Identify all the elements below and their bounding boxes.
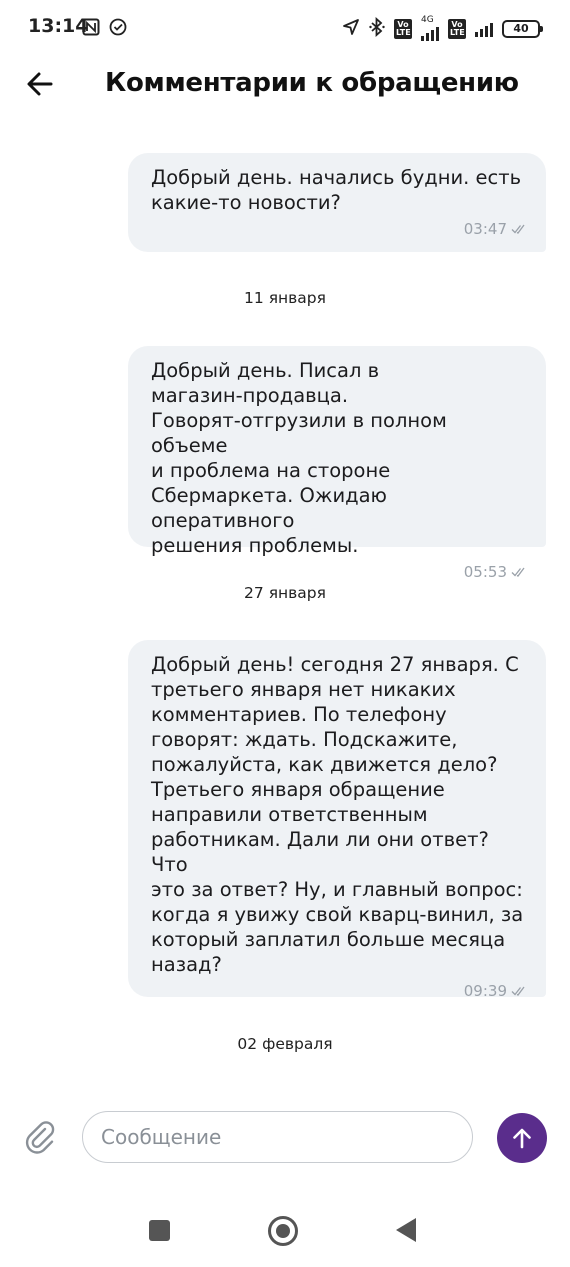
signal-icon: 4G [421,16,439,41]
date-separator: 02 февраля [237,1035,333,1053]
message-bubble[interactable]: Добрый день. Писал в магазин-продавца. Г… [128,346,546,581]
network-type-label: 4G [421,15,434,25]
status-right-icons: Vo LTE 4G Vo LTE 40 [342,16,543,41]
message-composer [0,1108,570,1168]
message-text: Добрый день. начались будни. есть какие-… [151,166,522,214]
message-text: Добрый день. Писал в магазин-продавца. Г… [151,359,447,557]
app-header: Комментарии к обращению [0,56,570,112]
arrow-up-icon [513,1128,531,1149]
double-check-icon [511,567,525,577]
message-time: 09:39 [463,982,507,1000]
signal-icon [475,21,493,37]
status-time: 13:14 [28,15,89,37]
volte-icon: Vo LTE [448,18,466,39]
status-left-icons [82,17,128,41]
sync-check-icon [108,17,128,41]
nfc-icon [82,18,100,40]
system-nav-bar [0,1195,570,1267]
page-title: Комментарии к обращению [105,68,519,98]
date-separator: 27 января [244,584,326,602]
message-time: 03:47 [463,220,507,238]
message-time: 05:53 [463,563,507,581]
message-text: Добрый день! сегодня 27 января. С третье… [151,653,524,976]
attach-button[interactable] [23,1120,57,1154]
date-separator: 11 января [244,289,326,307]
double-check-icon [511,224,525,234]
volte-icon: Vo LTE [394,18,412,39]
status-bar: 13:14 Vo LTE 4G Vo LTE 40 [0,0,570,56]
home-circle-icon[interactable] [268,1216,298,1246]
double-check-icon [511,986,525,996]
bluetooth-icon [369,16,385,41]
message-bubble[interactable]: Добрый день! сегодня 27 января. С третье… [128,640,546,1000]
arrow-left-icon [27,72,53,96]
back-button[interactable] [22,66,58,102]
message-input[interactable] [82,1111,473,1163]
send-button[interactable] [497,1113,547,1163]
location-icon [342,18,360,40]
recents-square-icon[interactable] [149,1220,170,1241]
paperclip-icon [25,1121,55,1154]
back-triangle-icon[interactable] [396,1218,416,1242]
battery-icon: 40 [502,19,543,38]
message-bubble[interactable]: Добрый день. начались будни. есть какие-… [128,153,546,252]
